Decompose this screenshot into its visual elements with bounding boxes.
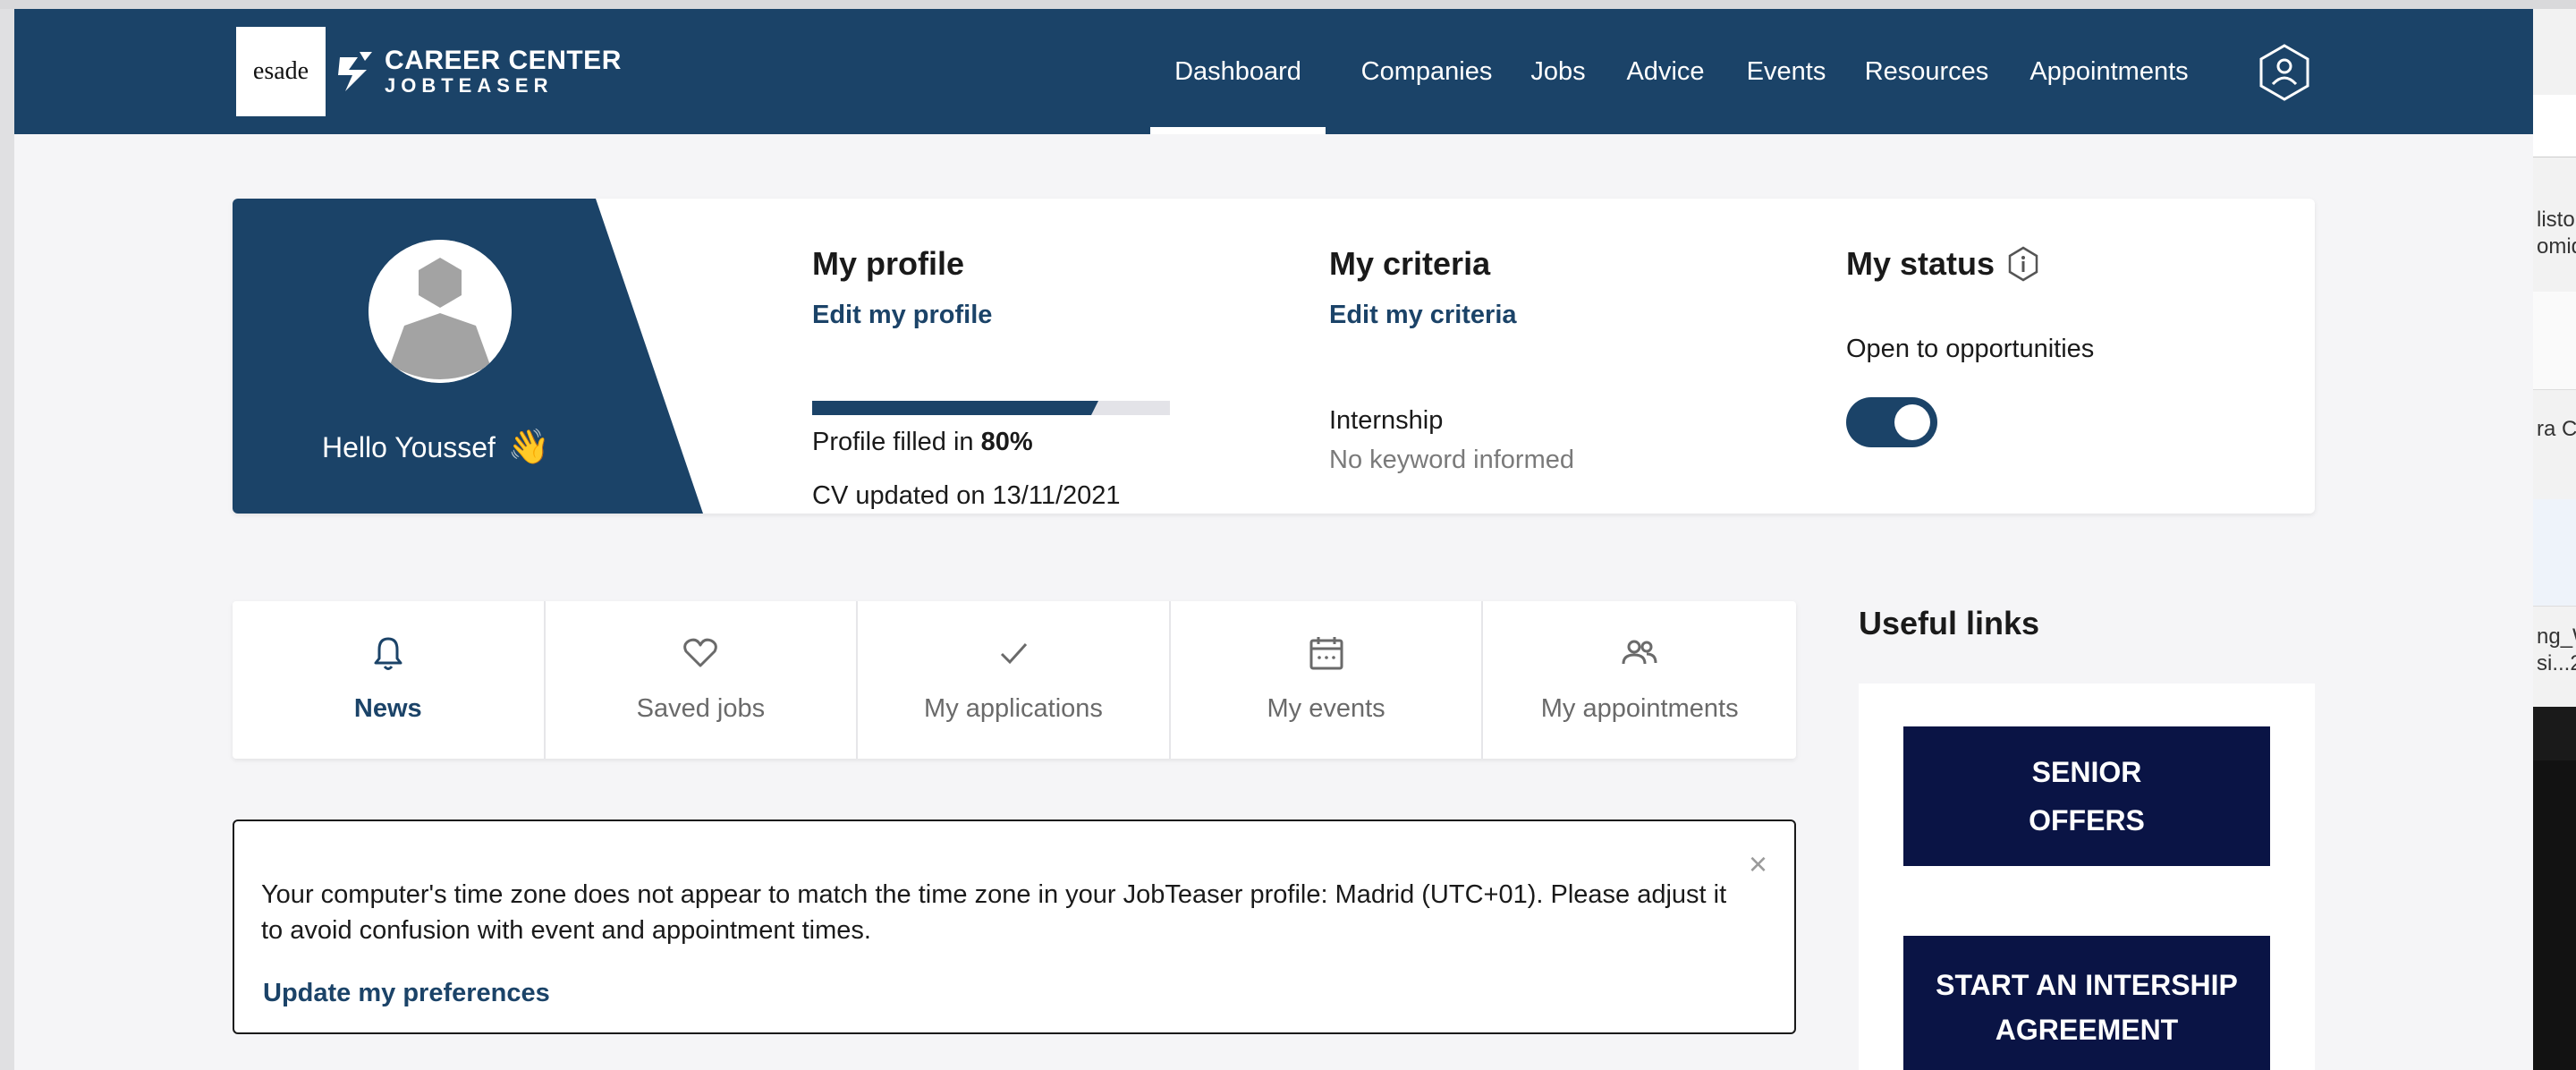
esade-logo[interactable]: esade: [236, 27, 326, 116]
window-left-edge: [0, 9, 14, 1070]
profile-filled-value: 80%: [980, 428, 1033, 456]
tab-news[interactable]: News: [233, 601, 546, 759]
calendar-icon: [1309, 637, 1343, 670]
bg-text-fragment: listo: [2537, 208, 2575, 232]
my-status-section: My status Open to opportunities: [1846, 245, 2222, 478]
nav-label: Appointments: [2029, 56, 2189, 86]
my-status-title: My status: [1846, 245, 1996, 282]
default-avatar-icon: [369, 240, 512, 383]
button-line: SENIOR: [2031, 756, 2142, 788]
avatar[interactable]: [369, 240, 512, 383]
update-preferences-link[interactable]: Update my preferences: [263, 979, 550, 1008]
criteria-keywords: No keyword informed: [1329, 446, 1574, 474]
tab-my-events[interactable]: My events: [1171, 601, 1484, 759]
career-center-brand[interactable]: CAREER CENTER JOBTEASER: [336, 43, 622, 100]
criteria-contract-type: Internship: [1329, 406, 1444, 435]
jobteaser-logo-icon: [338, 52, 372, 91]
greeting: Hello Youssef 👋: [322, 428, 550, 467]
thumbnail-strip: [2533, 707, 2576, 760]
my-criteria-title: My criteria: [1329, 245, 1491, 282]
nav-advice[interactable]: Advice: [1612, 9, 1719, 134]
heart-icon: [683, 638, 718, 667]
greeting-panel: Hello Youssef 👋: [233, 199, 707, 514]
nav-events[interactable]: Events: [1730, 9, 1843, 134]
esade-logo-text: esade: [252, 57, 309, 85]
thumbnail-strip: [2533, 499, 2576, 607]
thumbnail-strip: [2533, 292, 2576, 390]
button-line: OFFERS: [2029, 804, 2145, 836]
my-criteria-section: My criteria Edit my criteria Internship …: [1329, 245, 1705, 478]
dashboard-tabs: News Saved jobs My applications My event…: [233, 601, 1796, 759]
browser-top-strip: [0, 0, 2576, 9]
senior-offers-button[interactable]: SENIOR OFFERS: [1903, 726, 2270, 866]
my-profile-title: My profile: [812, 245, 965, 282]
top-navbar: esade CAREER CENTER JOBTEASER Dashboard …: [14, 9, 2533, 134]
thumbnail-strip: [2533, 95, 2576, 157]
bg-text-fragment: ng_W: [2537, 624, 2576, 649]
useful-links-card: SENIOR OFFERS START AN INTERSHIP AGREEME…: [1859, 684, 2315, 1070]
timezone-notice-message: Your computer's time zone does not appea…: [261, 880, 1727, 945]
profile-summary-card: Hello Youssef 👋 My profile Edit my profi…: [233, 199, 2315, 514]
greeting-text: Hello Youssef: [322, 430, 496, 463]
nav-label: Events: [1746, 56, 1826, 86]
nav-label: Jobs: [1530, 56, 1586, 86]
nav-label: Resources: [1864, 56, 1989, 86]
nav-dashboard[interactable]: Dashboard: [1150, 9, 1326, 134]
user-hexagon-icon: [2259, 44, 2309, 101]
profile-progress-fill: [812, 401, 1098, 415]
people-icon: [1622, 640, 1657, 665]
nav-appointments[interactable]: Appointments: [2011, 9, 2207, 134]
nav-resources[interactable]: Resources: [1855, 9, 1998, 134]
waving-hand-icon: 👋: [507, 429, 551, 466]
tab-saved-jobs[interactable]: Saved jobs: [546, 601, 859, 759]
profile-filled-text: Profile filled in 80%: [812, 428, 1033, 457]
edit-profile-link[interactable]: Edit my profile: [812, 301, 1188, 330]
status-text: Open to opportunities: [1846, 335, 2095, 363]
brand-subtitle: JOBTEASER: [385, 74, 554, 97]
tab-label: My applications: [924, 694, 1103, 723]
bg-text-fragment: si...2: [2537, 651, 2576, 675]
tab-label: Saved jobs: [636, 694, 766, 723]
tab-label: News: [353, 694, 422, 723]
check-icon: [1000, 642, 1028, 665]
background-window-fragment: listo omiq ra C ng_W si...2: [2533, 9, 2576, 1070]
info-hexagon-icon[interactable]: [2007, 246, 2039, 282]
status-toggle[interactable]: [1846, 397, 1937, 447]
timezone-notice: × Your computer's time zone does not app…: [233, 819, 1796, 1034]
toggle-knob: [1894, 404, 1930, 440]
brand-title: CAREER CENTER: [385, 46, 622, 75]
button-line: START AN INTERSHIP: [1936, 969, 2238, 1001]
start-internship-agreement-button[interactable]: START AN INTERSHIP AGREEMENT: [1903, 936, 2270, 1070]
button-line: AGREEMENT: [1995, 1014, 2179, 1046]
nav-label: Advice: [1626, 56, 1705, 86]
bg-text-fragment: ra C: [2537, 417, 2576, 441]
edit-criteria-link[interactable]: Edit my criteria: [1329, 301, 1705, 330]
nav-jobs[interactable]: Jobs: [1522, 9, 1594, 134]
nav-label: Dashboard: [1174, 56, 1301, 86]
cv-updated-text: CV updated on 13/11/2021: [812, 481, 1121, 510]
dark-panel: [2533, 760, 2576, 1070]
useful-links-title: Useful links: [1859, 605, 2040, 641]
account-button[interactable]: [2258, 43, 2311, 102]
jobteaser-app: esade CAREER CENTER JOBTEASER Dashboard …: [14, 9, 2533, 1070]
bg-text-fragment: omiq: [2537, 234, 2576, 259]
tab-label: My events: [1267, 694, 1385, 723]
tab-my-applications[interactable]: My applications: [858, 601, 1171, 759]
tab-my-appointments[interactable]: My appointments: [1483, 601, 1796, 759]
nav-companies[interactable]: Companies: [1347, 9, 1506, 134]
tab-label: My appointments: [1540, 694, 1739, 723]
close-icon[interactable]: ×: [1749, 848, 1767, 880]
nav-label: Companies: [1360, 56, 1493, 86]
bell-icon: [374, 637, 402, 670]
profile-progress-bar: [812, 401, 1170, 415]
profile-filled-prefix: Profile filled in: [812, 428, 981, 456]
my-profile-section: My profile Edit my profile Profile fille…: [812, 245, 1188, 510]
